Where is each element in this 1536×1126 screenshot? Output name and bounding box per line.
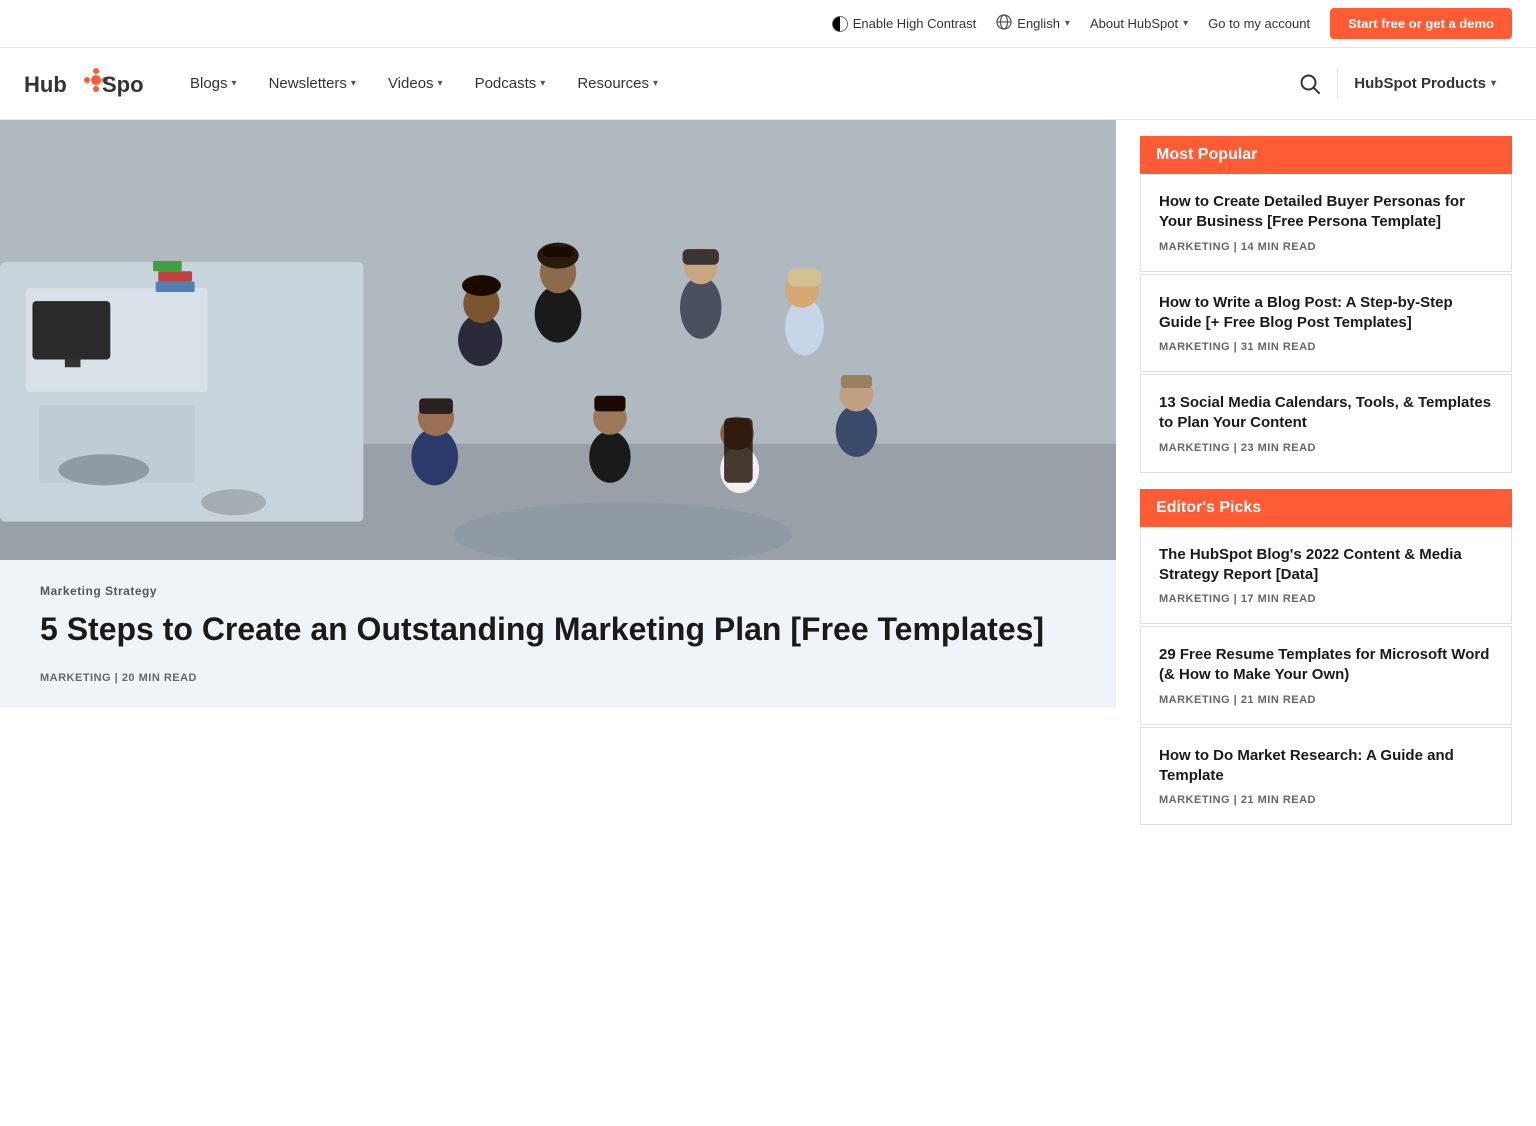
card-meta: MARKETING | 23 MIN READ: [1159, 442, 1493, 454]
nav-items: Blogs ▾ Newsletters ▾ Videos ▾ Podcasts …: [176, 67, 1291, 100]
list-item[interactable]: 13 Social Media Calendars, Tools, & Temp…: [1140, 374, 1512, 473]
high-contrast-label: Enable High Contrast: [853, 16, 977, 31]
card-meta: MARKETING | 17 MIN READ: [1159, 593, 1493, 605]
hero-image: [0, 120, 1116, 560]
card-read-time: 14 MIN READ: [1241, 241, 1316, 253]
about-chevron: ▾: [1183, 18, 1188, 29]
card-read-time: 21 MIN READ: [1241, 794, 1316, 806]
search-icon: [1299, 73, 1321, 95]
newsletters-chevron: ▾: [351, 78, 356, 89]
card-category: MARKETING: [1159, 794, 1230, 806]
list-item[interactable]: How to Create Detailed Buyer Personas fo…: [1140, 174, 1512, 272]
most-popular-title: Most Popular: [1140, 136, 1512, 174]
card-title: How to Create Detailed Buyer Personas fo…: [1159, 192, 1493, 233]
card-category: MARKETING: [1159, 694, 1230, 706]
article-info: Marketing Strategy 5 Steps to Create an …: [0, 560, 1116, 708]
language-chevron: ▾: [1065, 18, 1070, 29]
content-area: Marketing Strategy 5 Steps to Create an …: [0, 120, 1536, 857]
hubspot-products-label: HubSpot Products: [1354, 75, 1486, 92]
sidebar: Most Popular How to Create Detailed Buye…: [1116, 120, 1536, 857]
search-button[interactable]: [1291, 65, 1329, 103]
nav-newsletters-label: Newsletters: [269, 75, 347, 92]
nav-item-podcasts[interactable]: Podcasts ▾: [461, 67, 560, 100]
article-meta-read-time: 20 MIN READ: [122, 672, 197, 684]
card-meta: MARKETING | 14 MIN READ: [1159, 241, 1493, 253]
card-read-time: 21 MIN READ: [1241, 694, 1316, 706]
card-category: MARKETING: [1159, 442, 1230, 454]
nav-item-resources[interactable]: Resources ▾: [563, 67, 672, 100]
most-popular-section: Most Popular How to Create Detailed Buye…: [1140, 136, 1512, 473]
svg-text:Spot: Spot: [102, 72, 144, 97]
globe-icon: [996, 14, 1012, 33]
blogs-chevron: ▾: [232, 78, 237, 89]
card-title: How to Write a Blog Post: A Step-by-Step…: [1159, 293, 1493, 334]
nav-podcasts-label: Podcasts: [475, 75, 537, 92]
about-label: About HubSpot: [1090, 16, 1178, 31]
nav-blogs-label: Blogs: [190, 75, 228, 92]
list-item[interactable]: How to Do Market Research: A Guide and T…: [1140, 727, 1512, 826]
editors-picks-title: Editor's Picks: [1140, 489, 1512, 527]
card-category: MARKETING: [1159, 241, 1230, 253]
card-separator: |: [1234, 341, 1241, 353]
nav-videos-label: Videos: [388, 75, 434, 92]
list-item[interactable]: 29 Free Resume Templates for Microsoft W…: [1140, 626, 1512, 725]
main-column: Marketing Strategy 5 Steps to Create an …: [0, 120, 1116, 857]
videos-chevron: ▾: [438, 78, 443, 89]
nav-item-blogs[interactable]: Blogs ▾: [176, 67, 251, 100]
card-read-time: 17 MIN READ: [1241, 593, 1316, 605]
card-separator: |: [1234, 593, 1241, 605]
card-title: 29 Free Resume Templates for Microsoft W…: [1159, 645, 1493, 686]
article-meta-separator: |: [115, 672, 119, 684]
top-bar: Enable High Contrast English ▾ About Hub…: [0, 0, 1536, 48]
language-selector[interactable]: English ▾: [996, 14, 1070, 33]
card-category: MARKETING: [1159, 341, 1230, 353]
card-separator: |: [1234, 794, 1241, 806]
card-separator: |: [1234, 241, 1241, 253]
list-item[interactable]: The HubSpot Blog's 2022 Content & Media …: [1140, 527, 1512, 625]
language-label: English: [1017, 16, 1060, 31]
card-meta: MARKETING | 21 MIN READ: [1159, 794, 1493, 806]
card-read-time: 31 MIN READ: [1241, 341, 1316, 353]
svg-text:Hub: Hub: [24, 72, 67, 97]
card-title: 13 Social Media Calendars, Tools, & Temp…: [1159, 393, 1493, 434]
nav-hubspot-products[interactable]: HubSpot Products ▾: [1337, 67, 1512, 100]
high-contrast-toggle[interactable]: Enable High Contrast: [832, 16, 977, 32]
article-meta-category: MARKETING: [40, 672, 111, 684]
article-title: 5 Steps to Create an Outstanding Marketi…: [40, 610, 1076, 648]
account-label: Go to my account: [1208, 16, 1310, 31]
podcasts-chevron: ▾: [540, 78, 545, 89]
article-meta: MARKETING | 20 MIN READ: [40, 672, 1076, 684]
list-item[interactable]: How to Write a Blog Post: A Step-by-Step…: [1140, 274, 1512, 373]
nav-item-newsletters[interactable]: Newsletters ▾: [255, 67, 370, 100]
contrast-icon: [832, 16, 848, 32]
card-meta: MARKETING | 21 MIN READ: [1159, 694, 1493, 706]
article-category[interactable]: Marketing Strategy: [40, 584, 1076, 598]
nav-resources-label: Resources: [577, 75, 649, 92]
card-separator: |: [1234, 442, 1241, 454]
card-category: MARKETING: [1159, 593, 1230, 605]
main-navigation: Hub Spot Blogs ▾ Newsletters ▾ Videos ▾ …: [0, 48, 1536, 120]
nav-item-videos[interactable]: Videos ▾: [374, 67, 457, 100]
card-title: How to Do Market Research: A Guide and T…: [1159, 746, 1493, 787]
resources-chevron: ▾: [653, 78, 658, 89]
start-free-button[interactable]: Start free or get a demo: [1330, 8, 1512, 39]
products-chevron: ▾: [1491, 78, 1496, 89]
card-separator: |: [1234, 694, 1241, 706]
my-account-link[interactable]: Go to my account: [1208, 16, 1310, 31]
card-meta: MARKETING | 31 MIN READ: [1159, 341, 1493, 353]
about-hubspot-link[interactable]: About HubSpot ▾: [1090, 16, 1188, 31]
editors-picks-section: Editor's Picks The HubSpot Blog's 2022 C…: [1140, 489, 1512, 826]
card-title: The HubSpot Blog's 2022 Content & Media …: [1159, 545, 1493, 586]
card-read-time: 23 MIN READ: [1241, 442, 1316, 454]
site-logo[interactable]: Hub Spot: [24, 66, 144, 102]
